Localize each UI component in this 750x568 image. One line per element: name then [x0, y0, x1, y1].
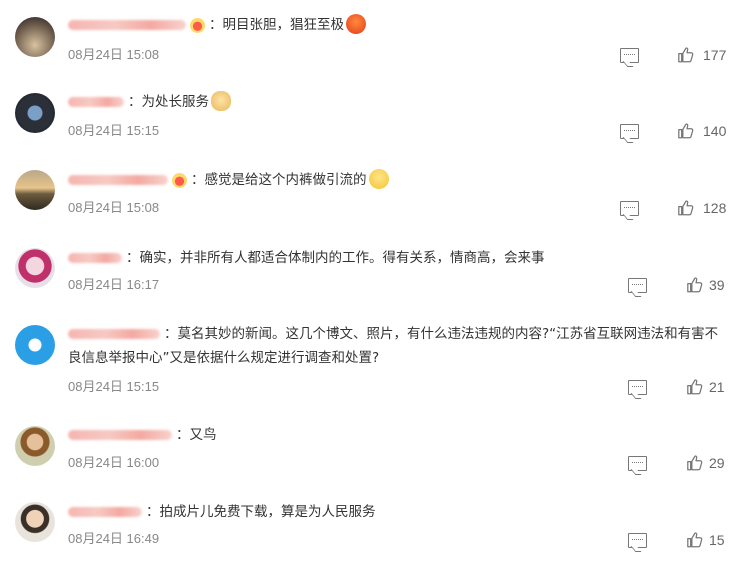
dark-round-avatar[interactable]	[15, 93, 55, 133]
angry-face-emoji	[346, 14, 366, 34]
like-count: 21	[709, 379, 725, 395]
colon: ：	[126, 250, 140, 266]
comment-text: ：感觉是给这个内裤做引流的	[191, 168, 730, 192]
vip-badge-icon	[190, 17, 205, 33]
timestamp: 08月24日 15:15	[68, 123, 160, 138]
timestamp: 08月24日 15:15	[68, 379, 160, 394]
sunset-field-avatar[interactable]	[15, 170, 55, 210]
reply-icon[interactable]	[620, 201, 639, 216]
comment-body: 为处长服务	[141, 94, 210, 110]
like-count: 177	[703, 47, 727, 63]
timestamp: 08月24日 16:17	[68, 277, 160, 292]
colon: ：	[176, 427, 190, 443]
comment-text: ：拍成片儿免费下载，算是为人民服务	[146, 500, 730, 524]
like-icon[interactable]	[677, 122, 695, 140]
username-redacted[interactable]	[68, 14, 205, 36]
colon: ：	[209, 17, 223, 33]
twitter-bird-avatar[interactable]	[15, 325, 55, 365]
like-icon[interactable]	[686, 531, 704, 549]
comment-text: ：又鸟	[176, 423, 730, 447]
timestamp: 08月24日 16:49	[68, 531, 160, 546]
like-icon[interactable]	[677, 46, 695, 64]
username-redacted[interactable]	[68, 501, 142, 523]
like-icon[interactable]	[686, 276, 704, 294]
colon: ：	[128, 94, 142, 110]
comment-body: 拍成片儿免费下载，算是为人民服务	[159, 504, 376, 520]
comment-body: 感觉是给这个内裤做引流的	[204, 172, 367, 188]
username-redacted[interactable]	[68, 169, 187, 191]
reply-icon[interactable]	[628, 456, 647, 471]
comment-body: 确实，并非所有人都适合体制内的工作。得有关系，情商高，会来事	[139, 250, 545, 266]
comment-body: 又鸟	[189, 427, 217, 443]
comment-body: 明目张胆，猖狂至极	[222, 17, 345, 33]
reply-icon[interactable]	[628, 533, 647, 548]
reply-icon[interactable]	[628, 380, 647, 395]
username-redacted[interactable]	[68, 91, 124, 113]
sweat-face-emoji	[368, 169, 389, 189]
like-icon[interactable]	[686, 454, 704, 472]
timestamp: 08月24日 15:08	[68, 200, 160, 215]
like-count: 140	[703, 123, 727, 139]
like-icon[interactable]	[686, 378, 704, 396]
reply-icon[interactable]	[620, 124, 639, 139]
reply-icon[interactable]	[620, 48, 639, 63]
like-count: 128	[703, 200, 727, 216]
like-count: 29	[709, 455, 725, 471]
sunset-city-avatar[interactable]	[15, 17, 55, 57]
timestamp: 08月24日 15:08	[68, 47, 160, 62]
like-count: 39	[709, 277, 725, 293]
comment-text: ：明目张胆，猖狂至极	[209, 13, 730, 37]
like-icon[interactable]	[677, 199, 695, 217]
username-redacted[interactable]	[68, 247, 122, 269]
boy-photo-avatar[interactable]	[15, 502, 55, 542]
timestamp: 08月24日 16:00	[68, 455, 160, 470]
doge-emoji	[211, 91, 231, 111]
reply-icon[interactable]	[628, 278, 647, 293]
colon: ：	[164, 326, 178, 342]
comment-text: ：莫名其妙的新闻。这几个博文、照片，有什么违法违规的内容?“江苏省互联网违法和有…	[68, 322, 730, 370]
colon: ：	[146, 504, 160, 520]
colon: ：	[191, 172, 205, 188]
comment-text: ：确实，并非所有人都适合体制内的工作。得有关系，情商高，会来事	[126, 246, 730, 270]
username-redacted[interactable]	[68, 424, 172, 446]
person-photo-avatar[interactable]	[15, 426, 55, 466]
vip-badge-icon	[172, 172, 187, 188]
like-count: 15	[709, 532, 725, 548]
comment-text: ：为处长服务	[128, 90, 730, 114]
cartoon-avatar[interactable]	[15, 248, 55, 288]
